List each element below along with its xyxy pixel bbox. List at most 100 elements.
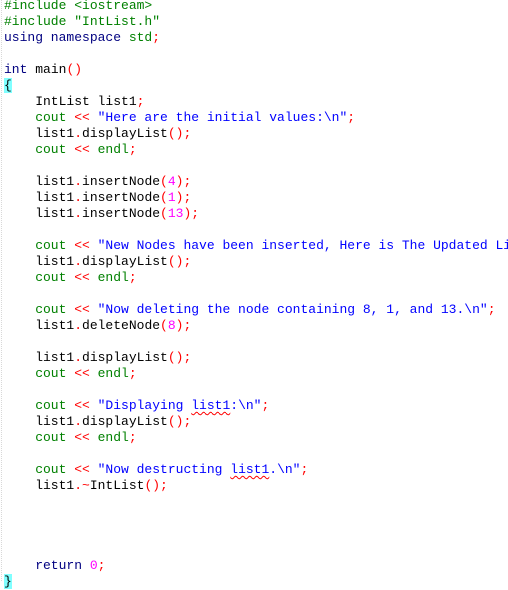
code-token: "New Nodes have been inserted, Here is T… (97, 238, 508, 253)
code-line[interactable] (4, 494, 508, 510)
code-token: cout (4, 430, 75, 445)
code-token: ; (300, 462, 309, 477)
code-line[interactable]: list1.displayList(); (4, 254, 508, 270)
code-line[interactable] (4, 542, 508, 558)
code-token: cout (4, 398, 75, 413)
spellcheck-flagged-token: list1 (230, 462, 270, 477)
code-token: cout (4, 462, 75, 477)
code-token: list1 (4, 414, 75, 429)
code-token: ( (160, 174, 168, 189)
code-token: "Displaying (89, 398, 192, 413)
code-token: << (74, 110, 90, 125)
code-token: } (4, 574, 12, 589)
code-line[interactable]: list1.displayList(); (4, 126, 508, 142)
code-token: endl (89, 430, 129, 445)
code-token: displayList (82, 126, 168, 141)
code-line[interactable]: list1.displayList(); (4, 414, 508, 430)
code-token: "Now deleting the node containing 8, 1, … (89, 302, 488, 317)
code-line[interactable] (4, 46, 508, 62)
code-token: (); (167, 350, 192, 365)
code-line[interactable]: int main() (4, 62, 508, 78)
code-line[interactable]: cout << endl; (4, 142, 508, 158)
code-token: (); (167, 254, 192, 269)
editor-margin-line (1, 0, 2, 581)
code-line[interactable]: IntList list1; (4, 94, 508, 110)
code-token: ; (261, 398, 270, 413)
code-token: ); (175, 190, 192, 205)
code-token: ; (97, 558, 106, 573)
code-token: ; (136, 94, 145, 109)
code-token: << (74, 302, 90, 317)
code-token: ; (128, 430, 137, 445)
code-token: (); (144, 478, 168, 493)
code-line[interactable] (4, 158, 508, 174)
code-line[interactable]: } (4, 574, 508, 590)
code-token: << (74, 238, 90, 253)
code-token: . (74, 414, 83, 429)
code-token: endl (89, 142, 129, 157)
code-line[interactable]: return 0; (4, 558, 508, 574)
code-token: { (4, 78, 12, 93)
code-line[interactable]: cout << "Now deleting the node containin… (4, 302, 508, 318)
code-line[interactable] (4, 446, 508, 462)
code-token: endl (89, 366, 129, 381)
code-line[interactable]: #include "IntList.h" (4, 14, 508, 30)
code-line[interactable]: cout << endl; (4, 270, 508, 286)
code-line[interactable]: cout << endl; (4, 430, 508, 446)
code-line[interactable]: { (4, 78, 508, 94)
code-line[interactable] (4, 510, 508, 526)
code-line[interactable] (4, 526, 508, 542)
code-line[interactable]: using namespace std; (4, 30, 508, 46)
code-line[interactable] (4, 382, 508, 398)
code-token: list1 (4, 254, 75, 269)
code-token: << (74, 270, 90, 285)
code-line[interactable] (4, 334, 508, 350)
code-token: "Here are the initial values:\n" (89, 110, 348, 125)
code-token: .\n" (269, 462, 301, 477)
code-token: << (74, 462, 90, 477)
code-line[interactable]: list1.insertNode(13); (4, 206, 508, 222)
code-token: return (4, 558, 90, 573)
code-token: displayList (82, 350, 168, 365)
code-token: using namespace (4, 30, 129, 45)
code-token: () (66, 62, 83, 77)
code-token: #include "IntList.h" (4, 14, 161, 29)
code-line[interactable] (4, 286, 508, 302)
code-token: insertNode (82, 190, 161, 205)
code-token: . (74, 350, 83, 365)
code-token: ); (175, 174, 192, 189)
code-line[interactable]: list1.insertNode(4); (4, 174, 508, 190)
code-token: ); (175, 318, 192, 333)
code-token: "Now destructing (89, 462, 231, 477)
code-token: ( (160, 190, 168, 205)
code-token: list1 (4, 318, 75, 333)
code-line[interactable]: list1.displayList(); (4, 350, 508, 366)
code-line[interactable]: cout << endl; (4, 366, 508, 382)
code-token: << (74, 366, 90, 381)
code-token: 4 (167, 174, 176, 189)
code-line[interactable]: list1.~IntList(); (4, 478, 508, 494)
code-token: insertNode (82, 206, 161, 221)
code-token: cout (4, 238, 75, 253)
code-line[interactable]: cout << "New Nodes have been inserted, H… (4, 238, 508, 254)
code-line[interactable]: #include <iostream> (4, 0, 508, 14)
code-token: . (74, 174, 83, 189)
code-text-area[interactable]: #include <iostream> #include "IntList.h" u… (4, 0, 508, 590)
code-token: << (74, 142, 90, 157)
code-token: cout (4, 270, 75, 285)
code-line[interactable]: list1.deleteNode(8); (4, 318, 508, 334)
code-token: 8 (167, 318, 176, 333)
code-token: << (74, 398, 90, 413)
code-token: ); (183, 206, 200, 221)
code-line[interactable] (4, 222, 508, 238)
code-line[interactable]: cout << "Now destructing list1.\n"; (4, 462, 508, 478)
code-line[interactable]: cout << "Displaying list1:\n"; (4, 398, 508, 414)
code-token: cout (4, 302, 75, 317)
code-line[interactable]: cout << "Here are the initial values:\n"… (4, 110, 508, 126)
code-token: ( (160, 206, 168, 221)
code-line[interactable]: list1.insertNode(1); (4, 190, 508, 206)
code-editor[interactable]: #include <iostream> #include "IntList.h" u… (0, 0, 508, 589)
code-token: main (35, 62, 67, 77)
code-token: ; (128, 142, 137, 157)
code-token: cout (4, 366, 75, 381)
